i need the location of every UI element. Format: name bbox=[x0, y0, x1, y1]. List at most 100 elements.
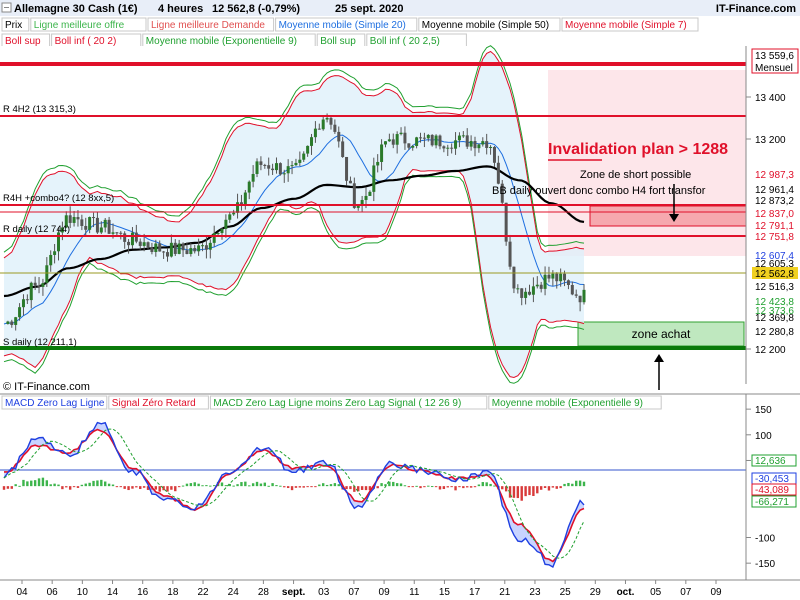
candle-body bbox=[239, 202, 243, 205]
candle-body bbox=[395, 134, 399, 145]
candle-body bbox=[290, 165, 294, 167]
macd-histogram-bar bbox=[177, 486, 181, 488]
legend-item-label: Boll inf ( 20 2) bbox=[55, 36, 117, 47]
macd-histogram-bar bbox=[512, 486, 516, 498]
macd-histogram-bar bbox=[193, 482, 196, 487]
candle-body bbox=[387, 139, 391, 142]
candle-body bbox=[570, 284, 574, 295]
level-label-s-daily: S daily (12 211,1) bbox=[3, 337, 77, 348]
macd-histogram-bar bbox=[290, 486, 294, 491]
macd-histogram-bar bbox=[185, 483, 189, 487]
macd-histogram-bar bbox=[248, 485, 251, 487]
macd-histogram-bar bbox=[462, 486, 465, 489]
candle-body bbox=[33, 282, 37, 286]
macd-histogram-bar bbox=[76, 486, 80, 488]
macd-histogram-bar bbox=[166, 486, 169, 492]
candle-body bbox=[442, 146, 446, 149]
candle-body bbox=[111, 232, 115, 234]
candle-body bbox=[154, 243, 158, 253]
macd-histogram-bar bbox=[555, 486, 558, 489]
macd-histogram-bar bbox=[575, 480, 578, 487]
candle-body bbox=[267, 165, 271, 169]
macd-histogram-bar bbox=[528, 486, 531, 496]
macd-histogram-bar bbox=[578, 480, 582, 487]
macd-histogram-bar bbox=[333, 483, 337, 487]
macd-histogram-bar bbox=[349, 486, 352, 490]
candle-body bbox=[302, 153, 306, 160]
candle-body bbox=[158, 243, 162, 252]
candle-body bbox=[37, 285, 41, 287]
x-axis-tick-label: 17 bbox=[469, 587, 481, 598]
macd-histogram-bar bbox=[209, 485, 212, 487]
macd-histogram-bar bbox=[516, 486, 520, 499]
price-axis-tick-label: 12 200 bbox=[755, 345, 786, 356]
candle-body bbox=[6, 321, 10, 324]
macd-histogram-bar bbox=[170, 486, 173, 490]
short-zone-shade bbox=[548, 70, 746, 256]
short-zone-text-1: Zone de short possible bbox=[580, 169, 691, 181]
macd-histogram-bar bbox=[321, 483, 325, 487]
candle-body bbox=[419, 137, 423, 139]
price-tag-sublabel: Mensuel bbox=[755, 63, 793, 74]
macd-histogram-bar bbox=[220, 482, 224, 487]
candle-body bbox=[512, 266, 516, 289]
chart-date: 25 sept. 2020 bbox=[335, 3, 404, 15]
macd-histogram-bar bbox=[68, 486, 72, 490]
candle-body bbox=[383, 141, 387, 145]
candle-body bbox=[555, 273, 559, 282]
candle-body bbox=[535, 284, 539, 287]
macd-histogram-bar bbox=[310, 486, 313, 488]
x-axis-tick-label: 04 bbox=[16, 587, 28, 598]
macd-histogram-bar bbox=[139, 486, 142, 490]
candle-body bbox=[193, 248, 197, 252]
macd-histogram-bar bbox=[501, 486, 504, 490]
candle-body bbox=[496, 162, 500, 184]
candle-body bbox=[566, 280, 570, 285]
macd-histogram-bar bbox=[61, 486, 64, 490]
x-axis-tick-label: 29 bbox=[590, 587, 602, 598]
candle-body bbox=[481, 141, 485, 145]
x-axis-tick-label: 10 bbox=[77, 587, 89, 598]
candle-body bbox=[243, 192, 247, 205]
candle-body bbox=[130, 232, 134, 246]
macd-histogram-bar bbox=[10, 486, 13, 489]
macd-histogram-bar bbox=[438, 486, 442, 490]
candle-body bbox=[391, 139, 395, 145]
macd-histogram-bar bbox=[181, 485, 185, 487]
x-axis-tick-label: 16 bbox=[137, 587, 149, 598]
macd-tag-label: -66,271 bbox=[755, 497, 789, 508]
candle-body bbox=[551, 273, 555, 279]
x-axis-tick-label: sept. bbox=[282, 587, 306, 598]
macd-histogram-bar bbox=[485, 482, 488, 487]
legend-item-label: Moyenne mobile (Simple 7) bbox=[565, 20, 687, 31]
candle-body bbox=[563, 273, 567, 281]
candle-body bbox=[208, 242, 212, 250]
macd-histogram-bar bbox=[543, 486, 547, 488]
macd-histogram-bar bbox=[360, 486, 364, 490]
candle-body bbox=[103, 219, 107, 228]
candle-body bbox=[465, 135, 469, 147]
x-axis-tick-label: 03 bbox=[318, 587, 330, 598]
candle-body bbox=[454, 140, 458, 149]
candle-body bbox=[232, 212, 236, 215]
candle-body bbox=[539, 284, 543, 289]
candle-body bbox=[123, 233, 127, 242]
header-icon[interactable] bbox=[1, 2, 12, 13]
candle-body bbox=[411, 145, 415, 148]
legend-item-label: Moyenne mobile (Simple 50) bbox=[422, 20, 549, 31]
macd-histogram-bar bbox=[2, 486, 6, 490]
macd-histogram-bar bbox=[551, 486, 555, 488]
level-label-r4h2: R 4H2 (13 315,3) bbox=[3, 104, 76, 115]
candle-body bbox=[76, 217, 80, 220]
x-axis-tick-label: 14 bbox=[107, 587, 119, 598]
macd-histogram-bar bbox=[119, 486, 122, 488]
candle-body bbox=[337, 131, 341, 142]
x-axis-tick-label: 07 bbox=[680, 587, 692, 598]
candle-body bbox=[92, 217, 96, 219]
x-axis-tick-label: 28 bbox=[258, 587, 270, 598]
macd-histogram-bar bbox=[14, 484, 17, 487]
macd-histogram-bar bbox=[251, 483, 255, 487]
legend-item-label: Moyenne mobile (Exponentielle 9) bbox=[492, 398, 643, 409]
macd-histogram-bar bbox=[318, 484, 321, 487]
macd-histogram-bar bbox=[154, 486, 158, 490]
